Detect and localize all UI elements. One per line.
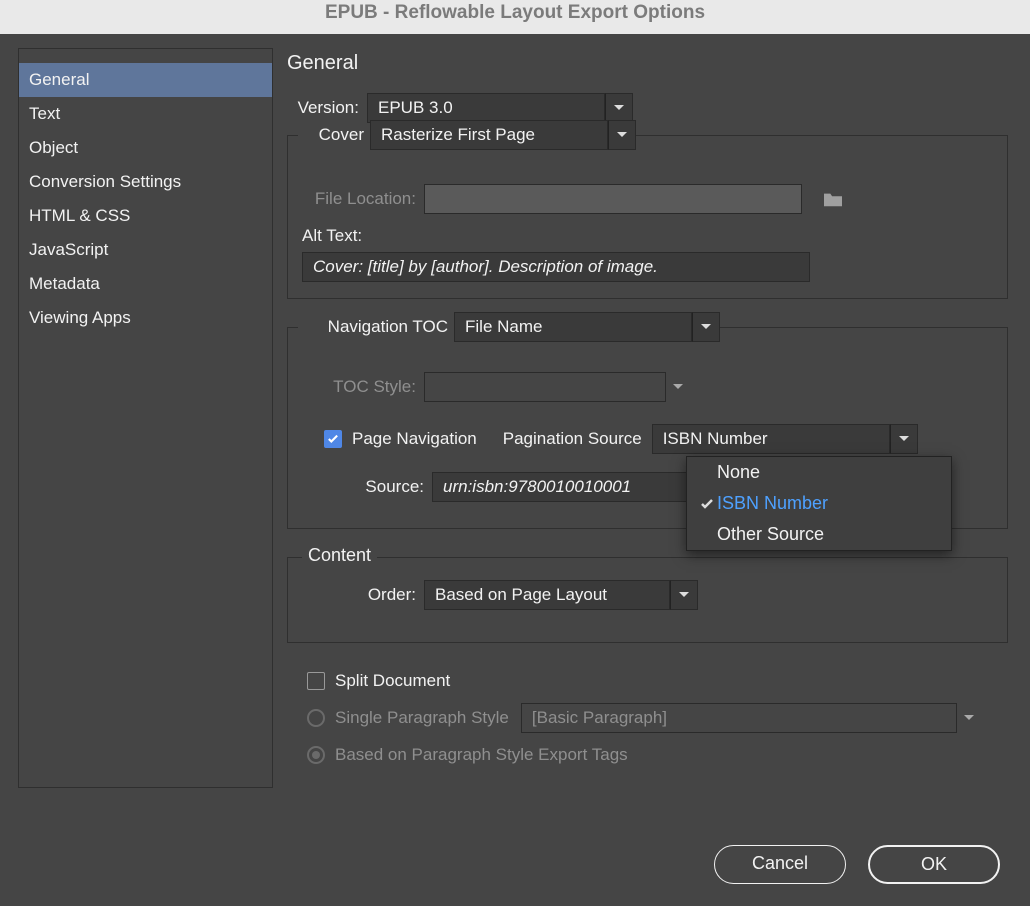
folder-icon[interactable]	[822, 190, 844, 208]
split-single-paragraph-select: [Basic Paragraph]	[521, 703, 981, 733]
sidebar-item-text[interactable]: Text	[19, 97, 272, 131]
dropdown-item-isbn-number[interactable]: ISBN Number	[687, 488, 951, 519]
sidebar-item-label: Viewing Apps	[29, 308, 131, 327]
chevron-down-icon	[666, 372, 690, 402]
sidebar-item-label: HTML & CSS	[29, 206, 130, 225]
dropdown-item-none[interactable]: None	[687, 457, 951, 488]
ok-button[interactable]: OK	[868, 845, 1000, 884]
page-navigation-checkbox[interactable]	[324, 430, 342, 448]
alt-text-value: Cover: [title] by [author]. Description …	[313, 257, 658, 277]
chevron-down-icon	[605, 93, 633, 123]
navigation-fieldset: Navigation TOC File Name TOC Style: P	[287, 327, 1008, 529]
nav-toc-value: File Name	[465, 317, 542, 337]
pagination-source-dropdown[interactable]: None ISBN Number Other Source	[686, 456, 952, 551]
panel-heading: General	[287, 52, 1008, 75]
sidebar-item-label: JavaScript	[29, 240, 108, 259]
order-value: Based on Page Layout	[435, 585, 607, 605]
chevron-down-icon	[957, 703, 981, 733]
pagination-source-label: Pagination Source	[503, 429, 652, 449]
category-sidebar: General Text Object Conversion Settings …	[18, 48, 273, 788]
check-icon	[697, 498, 717, 510]
sidebar-item-label: Conversion Settings	[29, 172, 181, 191]
chevron-down-icon	[890, 424, 918, 454]
version-value: EPUB 3.0	[378, 98, 453, 118]
nav-toc-label: Navigation TOC	[298, 317, 454, 337]
cancel-button[interactable]: Cancel	[714, 845, 846, 884]
content-legend: Content	[302, 545, 377, 566]
sidebar-item-label: General	[29, 70, 89, 89]
dropdown-item-other-source[interactable]: Other Source	[687, 519, 951, 550]
file-location-input	[424, 184, 802, 214]
version-label: Version:	[287, 98, 367, 118]
content-fieldset: Content Order: Based on Page Layout	[287, 557, 1008, 643]
split-export-tags-radio	[307, 746, 325, 764]
split-single-paragraph-radio	[307, 709, 325, 727]
dropdown-item-label: ISBN Number	[717, 493, 828, 514]
toc-style-label: TOC Style:	[302, 377, 424, 397]
sidebar-item-conversion-settings[interactable]: Conversion Settings	[19, 165, 272, 199]
sidebar-item-viewing-apps[interactable]: Viewing Apps	[19, 301, 272, 335]
window-titlebar: EPUB - Reflowable Layout Export Options	[0, 0, 1030, 34]
cover-fieldset: Cover Rasterize First Page File Location…	[287, 135, 1008, 299]
version-select[interactable]: EPUB 3.0	[367, 93, 633, 123]
sidebar-item-label: Object	[29, 138, 78, 157]
split-export-tags-label: Based on Paragraph Style Export Tags	[335, 745, 628, 765]
dropdown-item-label: None	[717, 462, 760, 483]
main-panel: General Version: EPUB 3.0 Cover Rasteriz…	[273, 34, 1030, 906]
cover-select[interactable]: Rasterize First Page	[370, 120, 636, 150]
sidebar-item-metadata[interactable]: Metadata	[19, 267, 272, 301]
cover-value: Rasterize First Page	[381, 125, 535, 145]
sidebar-item-label: Text	[29, 104, 60, 123]
nav-toc-select[interactable]: File Name	[454, 312, 720, 342]
split-document-checkbox[interactable]	[307, 672, 325, 690]
cover-label: Cover	[298, 125, 370, 145]
order-select[interactable]: Based on Page Layout	[424, 580, 698, 610]
split-single-paragraph-label: Single Paragraph Style	[335, 708, 509, 728]
sidebar-item-general[interactable]: General	[19, 63, 272, 97]
split-document-label: Split Document	[335, 671, 450, 691]
sidebar-item-label: Metadata	[29, 274, 100, 293]
sidebar-item-javascript[interactable]: JavaScript	[19, 233, 272, 267]
source-value: urn:isbn:9780010010001	[443, 477, 631, 497]
pagination-source-value: ISBN Number	[663, 429, 768, 449]
page-navigation-label: Page Navigation	[352, 429, 477, 449]
pagination-source-select[interactable]: ISBN Number	[652, 424, 918, 454]
chevron-down-icon	[670, 580, 698, 610]
chevron-down-icon	[608, 120, 636, 150]
order-label: Order:	[302, 585, 424, 605]
alt-text-label: Alt Text:	[302, 226, 993, 246]
window-title: EPUB - Reflowable Layout Export Options	[325, 2, 705, 23]
chevron-down-icon	[692, 312, 720, 342]
sidebar-item-object[interactable]: Object	[19, 131, 272, 165]
alt-text-input[interactable]: Cover: [title] by [author]. Description …	[302, 252, 810, 282]
sidebar-item-html-css[interactable]: HTML & CSS	[19, 199, 272, 233]
toc-style-select	[424, 372, 690, 402]
file-location-label: File Location:	[302, 189, 424, 209]
source-label: Source:	[302, 477, 432, 497]
dropdown-item-label: Other Source	[717, 524, 824, 545]
split-single-paragraph-value: [Basic Paragraph]	[532, 708, 667, 728]
